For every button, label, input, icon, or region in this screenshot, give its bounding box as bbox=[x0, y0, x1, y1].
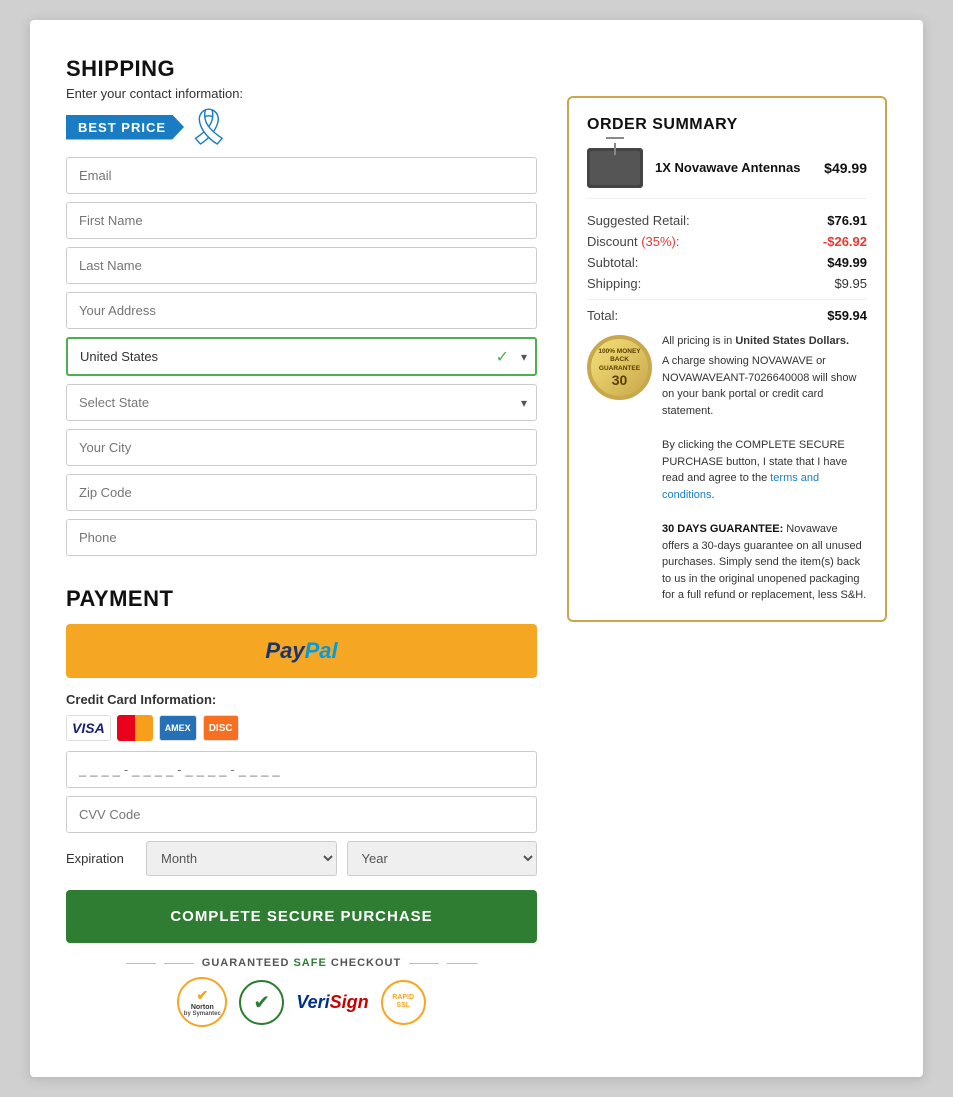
discount-row: Discount (35%): -$26.92 bbox=[587, 234, 867, 249]
suggested-retail-value: $76.91 bbox=[827, 213, 867, 228]
ssl-check-badge: ✔ bbox=[239, 980, 284, 1025]
paypal-button[interactable]: PayPal bbox=[66, 624, 537, 678]
best-price-banner: BEST PRICE 🎗 bbox=[66, 109, 537, 145]
total-label: Total: bbox=[587, 308, 618, 323]
last-name-field[interactable] bbox=[66, 247, 537, 284]
credit-card-label: Credit Card Information: bbox=[66, 692, 537, 707]
suggested-retail-row: Suggested Retail: $76.91 bbox=[587, 213, 867, 228]
safe-text: SAFE bbox=[293, 957, 326, 969]
total-row: Total: $59.94 bbox=[587, 308, 867, 323]
visa-icon: VISA bbox=[66, 715, 111, 741]
right-column: ORDER SUMMARY 1X Novawave Antennas $49.9… bbox=[567, 56, 887, 1027]
card-icons: VISA AMEX DISC bbox=[66, 715, 537, 741]
product-name: 1X Novawave Antennas bbox=[655, 160, 812, 177]
main-layout: SHIPPING Enter your contact information:… bbox=[66, 56, 887, 1027]
payment-section: PAYMENT PayPal Credit Card Information: … bbox=[66, 586, 537, 1027]
terms-note: By clicking the COMPLETE SECURE PURCHASE… bbox=[662, 437, 867, 503]
shipping-title: SHIPPING bbox=[66, 56, 537, 82]
state-select[interactable]: Select State Alabama California New York… bbox=[66, 384, 537, 421]
shipping-section: SHIPPING Enter your contact information:… bbox=[66, 56, 537, 564]
guarantee-section: 100% MONEYBACKGUARANTEE 30 All pricing i… bbox=[587, 335, 867, 604]
terms-link[interactable]: terms and conditions bbox=[662, 472, 819, 501]
product-row: 1X Novawave Antennas $49.99 bbox=[587, 148, 867, 199]
rapidssl-badge: RAPIDSSL bbox=[381, 980, 426, 1025]
country-select-wrap: United States ✓ ▾ bbox=[66, 337, 537, 376]
norton-badge: ✔ Norton by Symantec bbox=[177, 977, 227, 1027]
pricing-note: All pricing is in United States Dollars. bbox=[662, 335, 867, 347]
order-summary-box: ORDER SUMMARY 1X Novawave Antennas $49.9… bbox=[567, 96, 887, 622]
left-column: SHIPPING Enter your contact information:… bbox=[66, 56, 537, 1027]
cvv-field[interactable] bbox=[66, 796, 537, 833]
price-divider bbox=[587, 299, 867, 300]
year-select[interactable]: Year 2024 2025 2026 bbox=[347, 841, 538, 876]
discount-label: Discount (35%): bbox=[587, 234, 680, 249]
shipping-label: Shipping: bbox=[587, 276, 641, 291]
complete-purchase-button[interactable]: COMPLETE SECURE PURCHASE bbox=[66, 890, 537, 943]
mastercard-icon bbox=[117, 715, 153, 741]
amex-icon: AMEX bbox=[159, 715, 197, 741]
month-select[interactable]: Month 01 02 03 12 bbox=[146, 841, 337, 876]
product-price: $49.99 bbox=[824, 160, 867, 176]
complete-btn-label: COMPLETE SECURE PURCHASE bbox=[170, 908, 432, 925]
page-container: SHIPPING Enter your contact information:… bbox=[30, 20, 923, 1077]
shipping-value: $9.95 bbox=[834, 276, 867, 291]
state-select-wrap: Select State Alabama California New York… bbox=[66, 384, 537, 421]
discover-icon: DISC bbox=[203, 715, 239, 741]
product-image bbox=[587, 148, 643, 188]
safe-checkout-section: GUARANTEED SAFE CHECKOUT ✔ Norton by Sym… bbox=[66, 957, 537, 1027]
order-summary-title: ORDER SUMMARY bbox=[587, 116, 867, 134]
payment-title: PAYMENT bbox=[66, 586, 537, 612]
total-value: $59.94 bbox=[827, 308, 867, 323]
country-select[interactable]: United States bbox=[66, 337, 537, 376]
email-field[interactable] bbox=[66, 157, 537, 194]
card-number-field[interactable] bbox=[66, 751, 537, 788]
shipping-subtitle: Enter your contact information: bbox=[66, 86, 537, 101]
trust-badges: ✔ Norton by Symantec ✔ VeriSign RAPIDSSL bbox=[177, 977, 425, 1027]
zip-field[interactable] bbox=[66, 474, 537, 511]
shipping-row: Shipping: $9.95 bbox=[587, 276, 867, 291]
city-field[interactable] bbox=[66, 429, 537, 466]
best-price-ribbon: BEST PRICE bbox=[66, 115, 184, 140]
charge-note: A charge showing NOVAWAVE or NOVAWAVEANT… bbox=[662, 353, 867, 419]
subtotal-label: Subtotal: bbox=[587, 255, 638, 270]
address-field[interactable] bbox=[66, 292, 537, 329]
expiration-row: Expiration Month 01 02 03 12 Year 2024 2… bbox=[66, 841, 537, 876]
country-arrow-icon: ▾ bbox=[521, 350, 527, 364]
discount-pct: (35%): bbox=[641, 234, 679, 249]
verisign-badge: VeriSign bbox=[296, 992, 368, 1013]
state-arrow-icon: ▾ bbox=[521, 396, 527, 410]
guarantee-badge: 100% MONEYBACKGUARANTEE 30 bbox=[587, 335, 652, 400]
discount-value: -$26.92 bbox=[823, 234, 867, 249]
guaranteed-text: GUARANTEED SAFE CHECKOUT bbox=[202, 957, 401, 969]
safe-checkout-label: GUARANTEED SAFE CHECKOUT bbox=[126, 957, 477, 969]
country-check-icon: ✓ bbox=[496, 347, 509, 367]
first-name-field[interactable] bbox=[66, 202, 537, 239]
subtotal-row: Subtotal: $49.99 bbox=[587, 255, 867, 270]
ribbon-bow-icon: 🎗 bbox=[186, 109, 232, 145]
subtotal-value: $49.99 bbox=[827, 255, 867, 270]
guarantee-30-text: 30 DAYS GUARANTEE: Novawave offers a 30-… bbox=[662, 521, 867, 604]
guarantee-text-block: All pricing is in United States Dollars.… bbox=[662, 335, 867, 604]
phone-field[interactable] bbox=[66, 519, 537, 556]
expiration-label: Expiration bbox=[66, 851, 136, 866]
suggested-retail-label: Suggested Retail: bbox=[587, 213, 690, 228]
paypal-label: PayPal bbox=[265, 638, 337, 664]
